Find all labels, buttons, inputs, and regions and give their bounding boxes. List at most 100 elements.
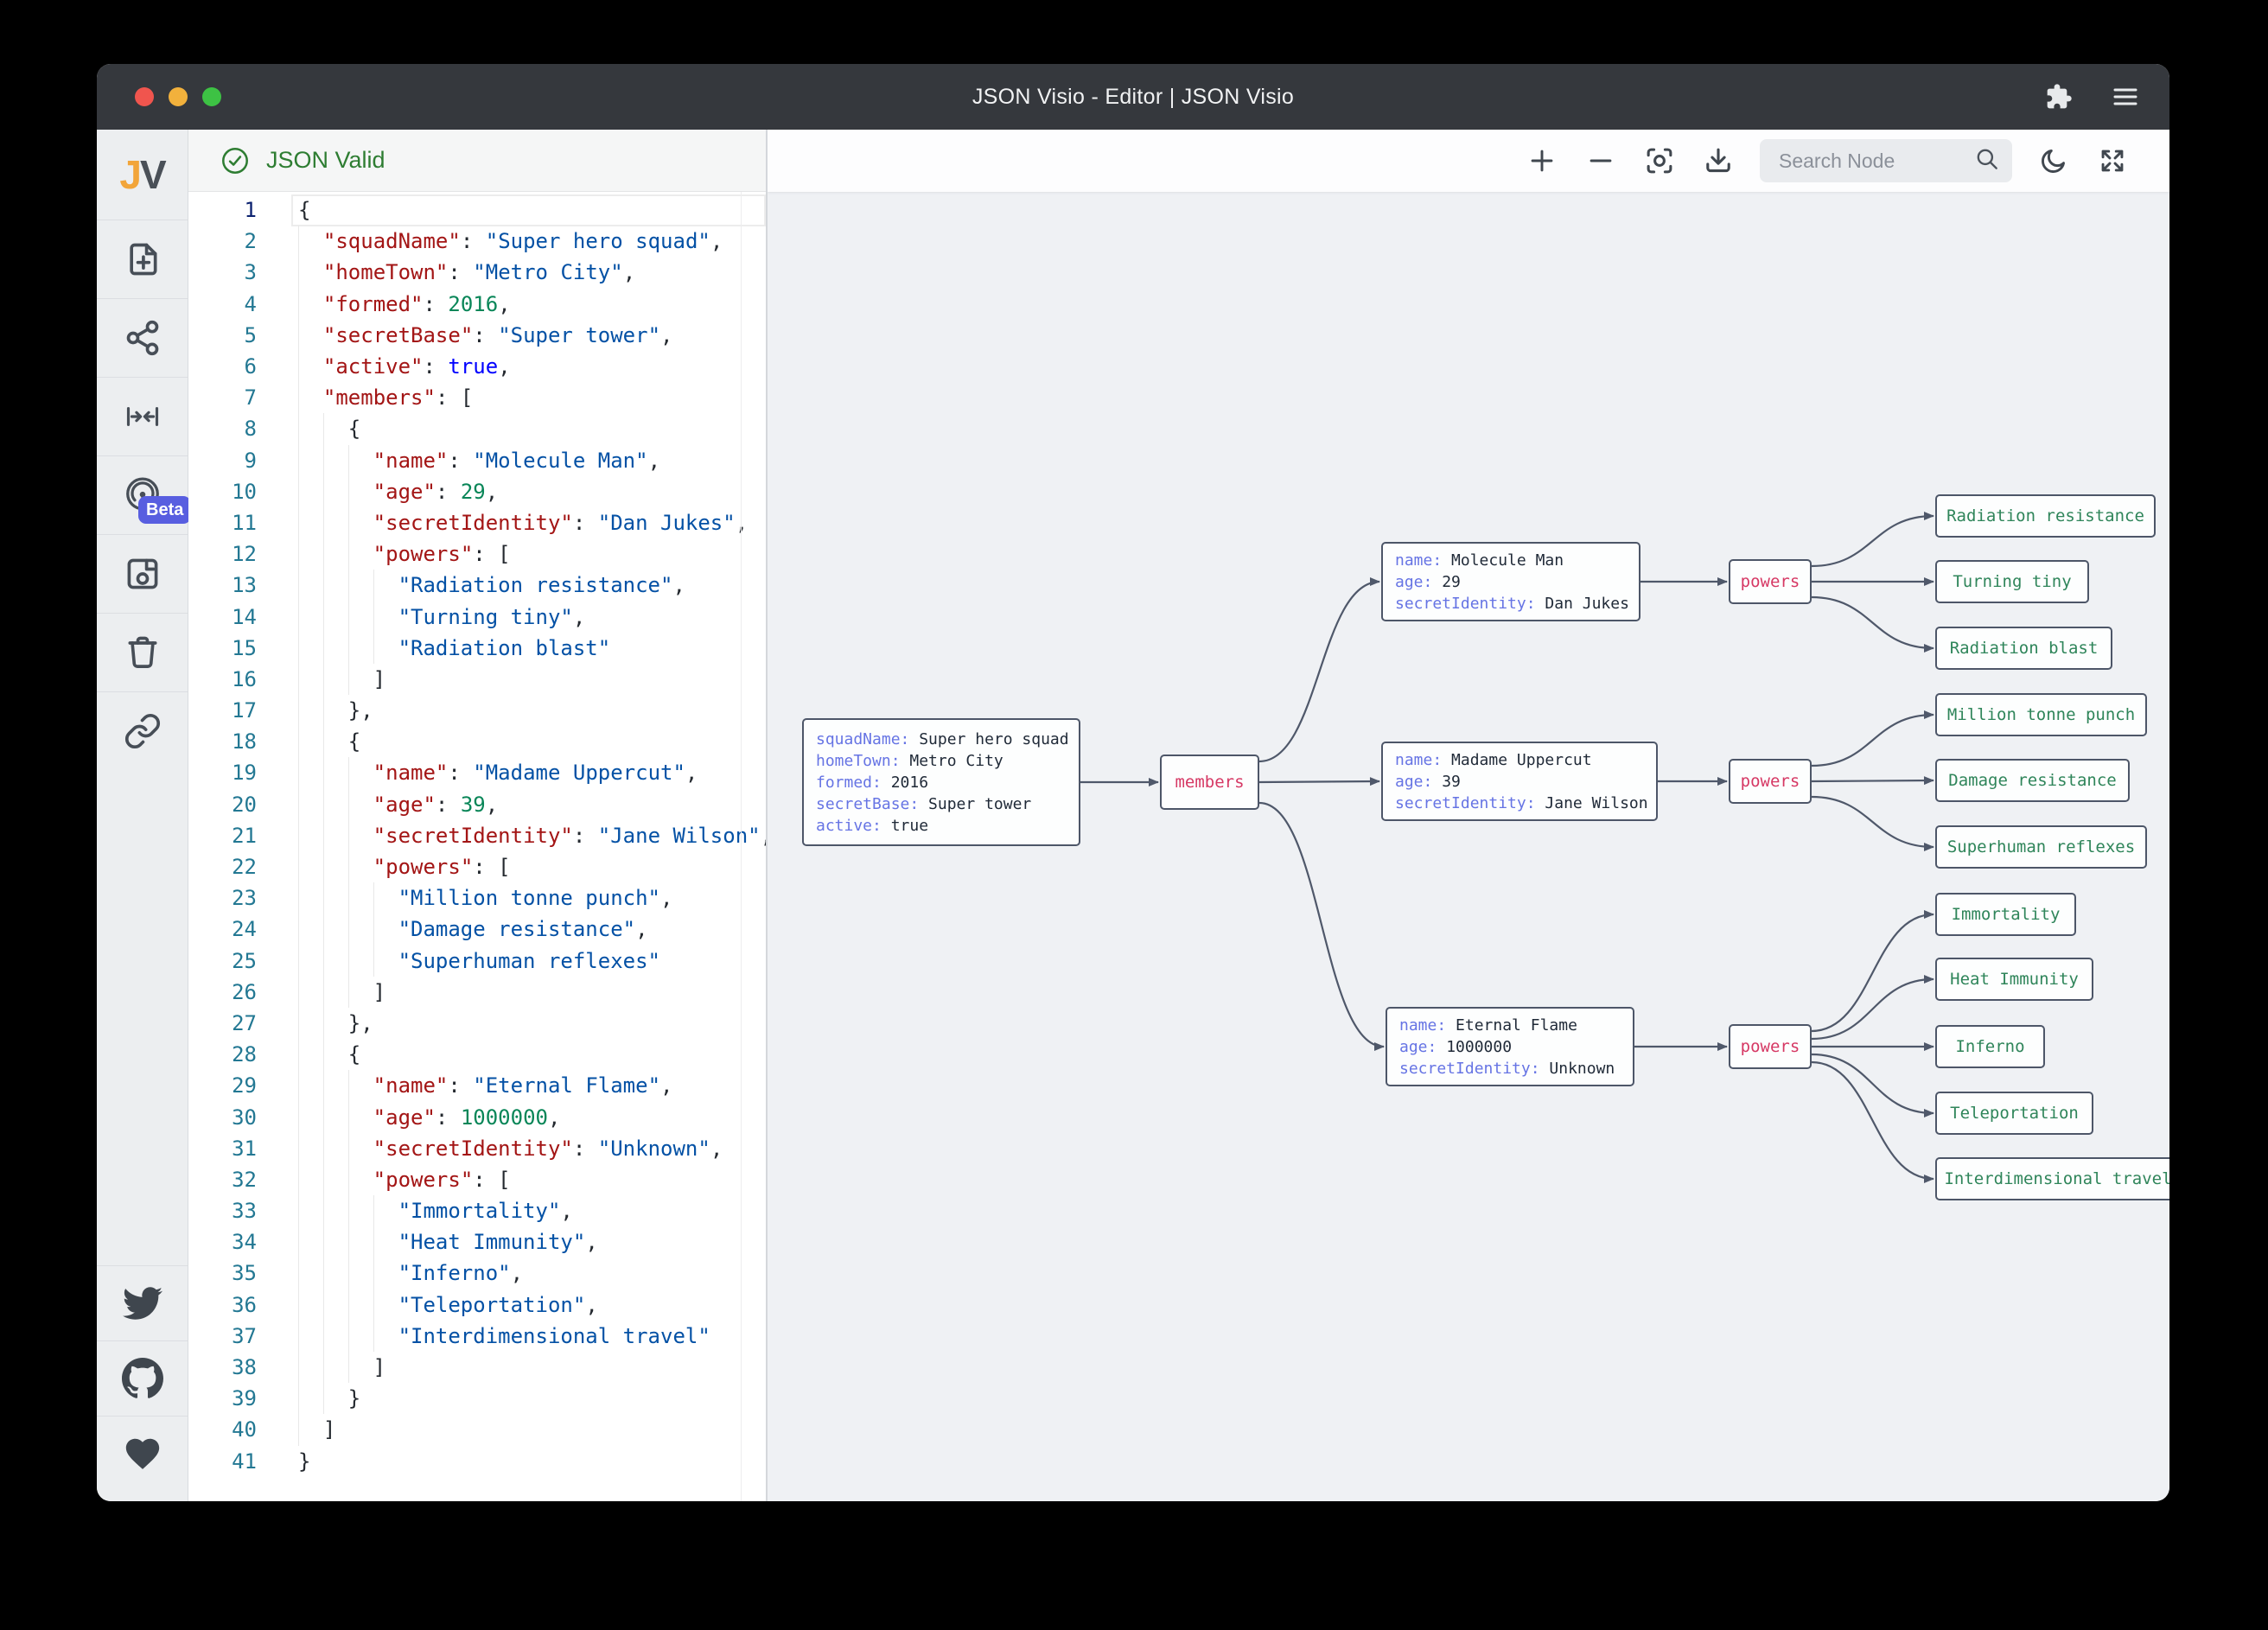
app-window: JSON Visio - Editor | JSON Visio JV [97,64,2169,1501]
line-number: 19 [188,761,257,785]
download-button[interactable] [1696,140,1741,181]
line-number: 20 [188,793,257,817]
code-line-40: 40] [188,1414,766,1445]
graph-node-l3[interactable]: Radiation blast [1935,627,2112,670]
maximize-button[interactable] [202,87,221,106]
graph-node-l4[interactable]: Million tonne punch [1935,693,2147,736]
sidebar-item-github[interactable] [97,1340,188,1416]
code-line-2: 2"squadName": "Super hero squad", [188,226,766,257]
sidebar-item-save[interactable] [97,534,188,613]
code-line-3: 3"homeTown": "Metro City", [188,257,766,288]
line-number: 33 [188,1199,257,1223]
code-line-37: 37"Interdimensional travel" [188,1321,766,1352]
code-line-22: 22"powers": [ [188,851,766,882]
code-line-16: 16] [188,664,766,695]
line-number: 37 [188,1324,257,1348]
code-line-32: 32"powers": [ [188,1164,766,1195]
logo-v: V [140,151,165,198]
graph-toolbar [768,130,2169,192]
graph-node-m2[interactable]: name: Madame Uppercutage: 39secretIdenti… [1381,742,1658,821]
zoom-in-button[interactable] [1519,140,1564,181]
graph-node-l1[interactable]: Radiation resistance [1935,494,2156,538]
line-number: 18 [188,729,257,754]
graph-edge-members-m3 [1259,803,1384,1047]
code-line-21: 21"secretIdentity": "Jane Wilson", [188,820,766,851]
app-logo[interactable]: JV [97,130,188,220]
sidebar-item-live-transform[interactable]: Beta [97,455,188,534]
code-line-9: 9"name": "Molecule Man", [188,445,766,476]
line-number: 39 [188,1386,257,1410]
close-button[interactable] [135,87,154,106]
line-number: 3 [188,260,257,284]
beta-badge: Beta [138,496,191,524]
line-number: 2 [188,229,257,253]
line-number: 10 [188,480,257,504]
zoom-out-button[interactable] [1578,140,1623,181]
line-number: 30 [188,1105,257,1130]
logo-j: J [119,151,140,198]
graph-node-p3[interactable]: powers [1729,1024,1812,1069]
sidebar-item-twitter[interactable] [97,1265,188,1340]
editor-scrollbar[interactable] [741,192,742,1501]
line-number: 22 [188,855,257,879]
dark-mode-button[interactable] [2031,140,2076,181]
graph-node-p2[interactable]: powers [1729,759,1812,804]
graph-node-p1[interactable]: powers [1729,559,1812,604]
graph-edge-p1-l1 [1812,516,1934,566]
graph-edge-p3-l7 [1812,914,1934,1031]
new-document-icon [124,240,162,278]
sidebar-item-copy-link[interactable] [97,691,188,770]
graph-edge-members-m1 [1259,582,1379,761]
fullscreen-button[interactable] [2090,140,2135,181]
sidebar-item-delete[interactable] [97,613,188,691]
graph-node-l2[interactable]: Turning tiny [1935,560,2089,603]
graph-node-l5[interactable]: Damage resistance [1935,759,2130,802]
window-title: JSON Visio - Editor | JSON Visio [97,85,2169,110]
minimize-button[interactable] [169,87,188,106]
code-line-30: 30"age": 1000000, [188,1101,766,1132]
code-line-27: 27}, [188,1008,766,1039]
graph-node-members[interactable]: members [1160,755,1259,810]
graph-node-m3[interactable]: name: Eternal Flameage: 1000000secretIde… [1386,1007,1634,1086]
line-number: 21 [188,824,257,848]
line-number: 6 [188,354,257,379]
sidebar: JV Beta [97,130,188,1501]
line-number: 34 [188,1230,257,1254]
line-number: 14 [188,605,257,629]
code-line-39: 39} [188,1383,766,1414]
graph-panel[interactable]: squadName: Super hero squadhomeTown: Met… [768,130,2169,1501]
code-line-8: 8{ [188,413,766,444]
center-focus-button[interactable] [1637,140,1682,181]
line-number: 16 [188,667,257,691]
graph-node-l8[interactable]: Heat Immunity [1935,958,2093,1001]
line-number: 26 [188,980,257,1004]
code-line-31: 31"secretIdentity": "Unknown", [188,1133,766,1164]
plus-icon [1527,146,1557,175]
menu-icon[interactable] [2111,84,2140,110]
graph-node-m1[interactable]: name: Molecule Manage: 29secretIdentity:… [1381,542,1640,621]
sidebar-item-new-document[interactable] [97,220,188,298]
code-line-36: 36"Teleportation", [188,1289,766,1321]
graph-node-l11[interactable]: Interdimensional travel [1935,1157,2169,1200]
extensions-icon[interactable] [2045,83,2073,111]
graph-node-l7[interactable]: Immortality [1935,893,2076,936]
sidebar-item-center-view[interactable] [97,377,188,455]
line-number: 15 [188,636,257,660]
code-line-4: 4"formed": 2016, [188,289,766,320]
graph-node-root[interactable]: squadName: Super hero squadhomeTown: Met… [802,718,1080,846]
line-number: 40 [188,1417,257,1442]
sidebar-item-share[interactable] [97,298,188,377]
code-line-13: 13"Radiation resistance", [188,570,766,601]
code-line-19: 19"name": "Madame Uppercut", [188,757,766,788]
graph-node-l6[interactable]: Superhuman reflexes [1935,825,2147,869]
graph-node-l9[interactable]: Inferno [1935,1025,2045,1068]
sidebar-item-sponsor[interactable] [97,1416,188,1491]
link-icon [124,712,162,750]
graph-node-l10[interactable]: Teleportation [1935,1092,2093,1135]
line-number: 9 [188,449,257,473]
search-node-input[interactable] [1777,149,1974,174]
titlebar: JSON Visio - Editor | JSON Visio [97,64,2169,130]
json-editor[interactable]: 1{2"squadName": "Super hero squad",3"hom… [188,192,766,1501]
graph-edge-p1-l3 [1812,597,1934,648]
graph-edge-p3-l8 [1812,979,1934,1039]
